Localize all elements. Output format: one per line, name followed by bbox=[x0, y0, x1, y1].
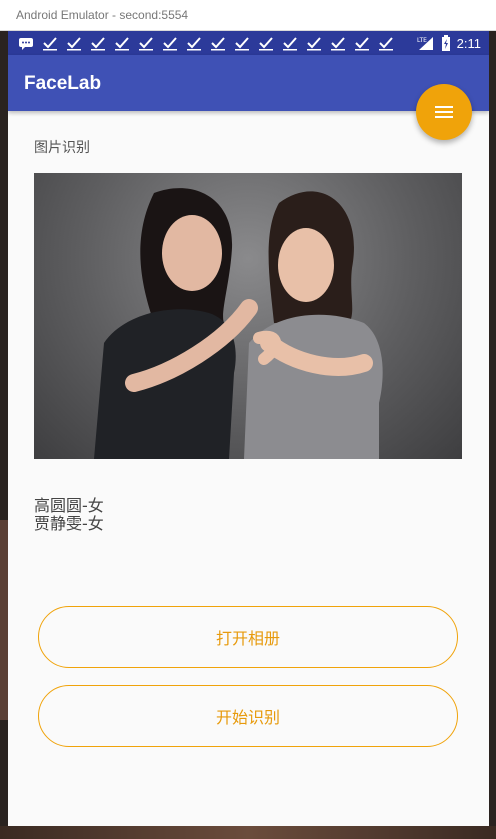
network-label: LTE bbox=[417, 37, 427, 44]
face-photo bbox=[34, 173, 462, 459]
status-bar: LTE 2:11 bbox=[8, 31, 489, 55]
desktop-background-bottom bbox=[0, 826, 496, 839]
check-icon bbox=[283, 37, 297, 51]
emulator-window-title: Android Emulator - second:5554 bbox=[0, 0, 496, 31]
recognition-results: 高圆圆-女 贾静雯-女 bbox=[34, 497, 104, 533]
lte-signal-icon: LTE bbox=[417, 37, 433, 50]
app-title: FaceLab bbox=[24, 73, 102, 94]
check-icon bbox=[139, 37, 153, 51]
clock: 2:11 bbox=[456, 35, 481, 51]
check-icon bbox=[259, 37, 273, 51]
check-icon bbox=[307, 37, 321, 51]
check-icon bbox=[43, 37, 57, 51]
check-icon bbox=[67, 37, 81, 51]
check-icon bbox=[91, 37, 105, 51]
start-recognition-button[interactable]: 开始识别 bbox=[38, 685, 458, 747]
open-album-button[interactable]: 打开相册 bbox=[38, 606, 458, 668]
menu-fab-button[interactable] bbox=[416, 84, 472, 140]
result-line: 贾静雯-女 bbox=[34, 514, 104, 533]
status-right: LTE 2:11 bbox=[417, 31, 481, 55]
check-icon bbox=[115, 37, 129, 51]
check-icon bbox=[379, 37, 393, 51]
battery-icon bbox=[441, 35, 450, 51]
check-icon bbox=[211, 37, 225, 51]
check-icon bbox=[331, 37, 345, 51]
section-label: 图片识别 bbox=[34, 140, 90, 156]
photo-illustration bbox=[94, 188, 383, 459]
check-icon bbox=[187, 37, 201, 51]
desktop-background bbox=[0, 520, 8, 720]
android-device-screen: LTE 2:11 FaceLab 图片识别 高圆圆-女 贾静雯-女 打开相册 开… bbox=[8, 31, 489, 826]
menu-icon bbox=[435, 106, 453, 118]
check-icon bbox=[163, 37, 177, 51]
message-icon bbox=[19, 38, 33, 50]
check-icon bbox=[235, 37, 249, 51]
result-line: 高圆圆-女 bbox=[34, 496, 104, 515]
check-icon bbox=[355, 37, 369, 51]
